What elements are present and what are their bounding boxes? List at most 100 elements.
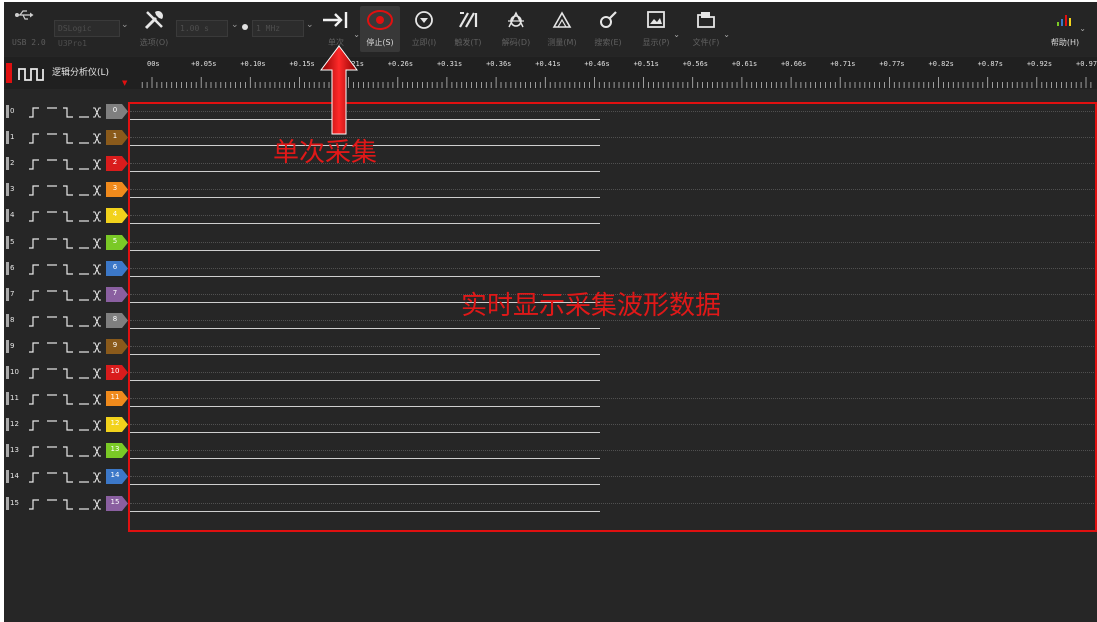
trigger-edge-icons[interactable] [29,392,105,406]
ruler-tick-label: +0.97s [1076,60,1097,68]
measure-icon [542,6,582,34]
logic-analyzer-window: USB 2.0 DSLogic U3Pro1 ⌄ 选项(O) 1.00 s ⌄ … [4,2,1097,622]
channel-index: 6 [10,263,15,272]
realtime-waveform-annotation: 实时显示采集波形数据 [461,291,722,321]
channel-enable-toggle[interactable] [6,392,9,406]
channel-enable-toggle[interactable] [6,470,9,484]
channel-index: 2 [10,159,15,168]
channel-tag-label: 12 [110,419,120,428]
channel-index: 5 [10,237,15,246]
trigger-edge-icons[interactable] [29,470,105,484]
chevron-down-icon[interactable]: ⌄ [121,20,129,30]
trigger-edge-icons[interactable] [29,183,105,197]
channel-enable-toggle[interactable] [6,313,9,327]
measure-label: 测量(M) [547,38,577,47]
channel-tag-label: 15 [110,497,120,506]
channel-tag-label: 10 [110,367,120,375]
channel-tag-label: 2 [112,158,118,167]
single-capture-arrow [319,44,359,140]
channel-tag-label: 3 [112,184,118,193]
channel-enable-toggle[interactable] [6,131,9,145]
trigger-edge-icons[interactable] [29,209,105,223]
help-label: 帮助(H) [1050,38,1080,47]
channel-enable-toggle[interactable] [6,339,9,353]
channel-enable-toggle[interactable] [6,261,9,275]
instant-label: 立即(I) [411,38,437,47]
channel-index: 12 [10,420,19,429]
ruler-tick-label: +0.26s [387,60,414,68]
file-button[interactable]: 文件(F) ⌄ [686,6,730,52]
ruler-tick-label: 00s [147,60,160,68]
usb-icon [14,7,34,26]
toolbar: USB 2.0 DSLogic U3Pro1 ⌄ 选项(O) 1.00 s ⌄ … [4,2,1097,56]
channel-enable-toggle[interactable] [6,105,9,118]
decode-icon [496,6,536,34]
channel-tag-label: 6 [112,262,118,271]
decode-button[interactable]: 解码(D) [496,6,536,52]
trigger-edge-icons[interactable] [29,131,105,145]
ruler-tick-label: +0.36s [486,60,512,68]
chevron-down-icon[interactable]: ⌄ [1079,24,1086,33]
channel-enable-toggle[interactable] [6,444,9,458]
instant-button[interactable]: 立即(I) [404,6,444,52]
search-label: 搜索(E) [594,38,622,47]
trigger-edge-icons[interactable] [29,105,105,119]
trigger-edge-icons[interactable] [29,444,105,458]
trigger-edge-icons[interactable] [29,418,105,432]
trigger-edge-icons[interactable] [29,314,105,328]
trigger-button[interactable]: 触发(T) [448,6,488,52]
channel-tag-label: 0 [112,106,118,114]
trigger-edge-icons[interactable] [29,497,105,511]
ruler-tick-label: +0.66s [781,60,807,68]
sample-rate-select[interactable]: 1 MHz [252,20,304,37]
trigger-edge-icons[interactable] [29,157,105,171]
channel-tag-label: 1 [112,132,118,141]
channel-enable-toggle[interactable] [6,235,9,249]
channel-enable-toggle[interactable] [6,496,9,510]
ruler-tick-label: +0.87s [977,60,1003,68]
chevron-down-icon[interactable]: ⌄ [353,30,360,39]
trigger-edge-icons[interactable] [29,236,105,250]
channel-enable-toggle[interactable] [6,418,9,432]
trigger-edge-icons[interactable] [29,262,105,276]
trigger-icon [448,6,488,34]
trigger-edge-icons[interactable] [29,288,105,302]
channel-enable-toggle[interactable] [6,209,9,223]
options-button[interactable]: 选项(O) [134,6,174,52]
channel-index: 11 [10,394,19,403]
stop-button[interactable]: 停止(S) [360,6,400,52]
channel-index: 9 [10,341,15,350]
measure-button[interactable]: 测量(M) [542,6,582,52]
time-ruler[interactable]: 逻辑分析仪(L) ▼ 00s+0.05s+0.10s+0.15s+0.21s+0… [4,57,1097,89]
channel-enable-toggle[interactable] [6,287,9,301]
trigger-edge-icons[interactable] [29,366,105,380]
chevron-down-icon[interactable]: ⌄ [673,30,680,39]
channel-tag-label: 11 [110,393,120,402]
device-select[interactable]: DSLogic U3Pro1 [54,20,120,48]
file-icon [686,6,726,34]
ruler-tick-label: +0.92s [1026,60,1053,68]
chevron-down-icon[interactable]: ⌄ [723,30,730,39]
ruler-tick-label: +0.10s [240,60,266,68]
trigger-edge-icons[interactable] [29,340,105,354]
display-label: 显示(P) [642,38,670,47]
help-button[interactable]: 帮助(H) ⌄ [1044,6,1086,52]
channel-enable-toggle[interactable] [6,366,9,379]
channel-enable-toggle[interactable] [6,183,9,197]
clock-icon [242,24,248,30]
channel-tag-label: 13 [110,445,120,454]
wrench-screwdriver-icon [134,6,174,34]
channel-tag-label: 14 [110,471,120,480]
search-icon [588,6,628,34]
display-button[interactable]: 显示(P) ⌄ [636,6,680,52]
ruler-tick-label: +0.82s [928,60,954,68]
chevron-down-icon[interactable]: ⌄ [306,20,314,30]
channel-index: 15 [10,498,19,507]
channel-tag-label: 4 [112,210,118,219]
sample-time-select[interactable]: 1.00 s [176,20,228,37]
chevron-down-icon[interactable]: ⌄ [231,20,239,30]
search-button[interactable]: 搜索(E) [588,6,628,52]
channel-index: 1 [10,133,15,142]
channel-enable-toggle[interactable] [6,157,9,171]
ruler-tick-label: +0.46s [584,60,610,68]
